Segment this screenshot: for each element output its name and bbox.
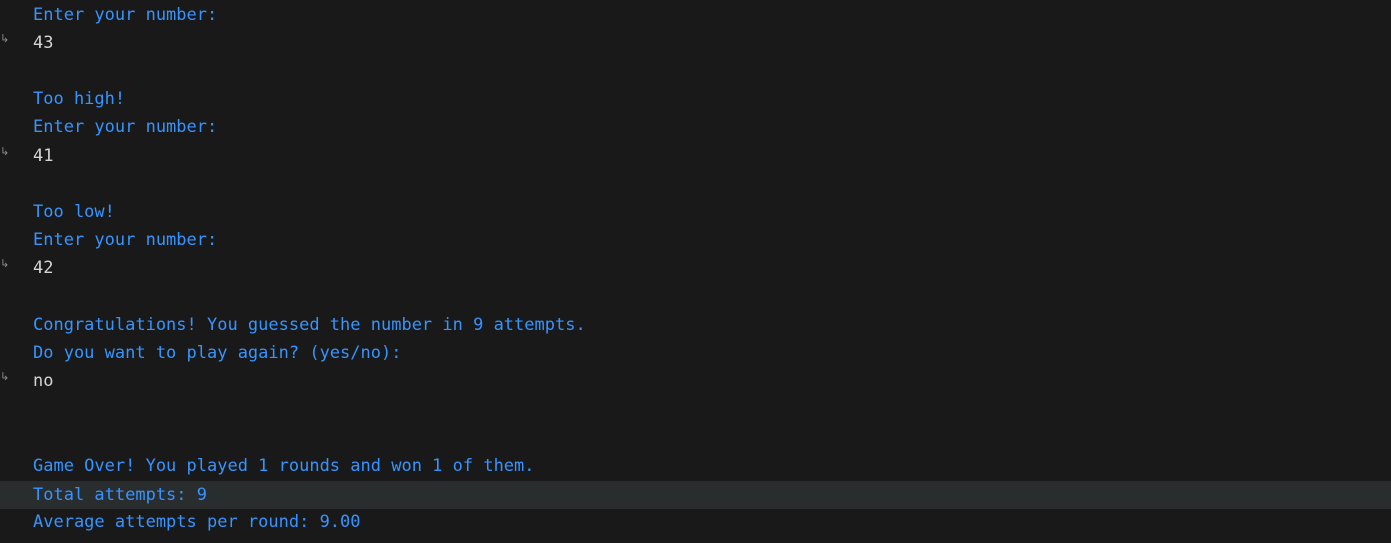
output-line: Too high!	[0, 85, 1391, 113]
input-arrow-icon: ↳	[0, 32, 10, 45]
input-text: 41	[33, 146, 54, 166]
output-text: Enter your number:	[33, 117, 218, 137]
input-arrow-icon: ↳	[0, 370, 10, 383]
output-text: Game Over! You played 1 rounds and won 1…	[33, 456, 535, 476]
output-text: Enter your number:	[33, 230, 218, 250]
input-line: ↳ 41	[0, 142, 1391, 170]
output-text: Too low!	[33, 202, 115, 222]
input-text: 43	[33, 33, 54, 53]
output-line: Do you want to play again? (yes/no):	[0, 339, 1391, 367]
output-text: Enter your number:	[33, 5, 218, 25]
output-text: Too high!	[33, 89, 126, 109]
output-text: Average attempts per round: 9.00	[33, 512, 361, 532]
input-arrow-icon: ↳	[0, 145, 10, 158]
terminal-output-panel[interactable]: Enter your number: ↳ 43 Too high! Enter …	[0, 0, 1391, 543]
output-line: Enter your number:	[0, 113, 1391, 141]
input-line: ↳ 43	[0, 29, 1391, 57]
input-line: ↳ no	[0, 367, 1391, 395]
output-line: Too low!	[0, 198, 1391, 226]
output-line: Enter your number:	[0, 1, 1391, 29]
output-line-highlighted: Total attempts: 9	[0, 481, 1391, 509]
input-text: 42	[33, 258, 54, 278]
output-text: Total attempts: 9	[33, 485, 207, 505]
output-line: Congratulations! You guessed the number …	[0, 311, 1391, 339]
output-line: Game Over! You played 1 rounds and won 1…	[0, 452, 1391, 480]
input-text: no	[33, 371, 54, 391]
output-text: Do you want to play again? (yes/no):	[33, 343, 402, 363]
input-line: ↳ 42	[0, 254, 1391, 282]
output-text: Congratulations! You guessed the number …	[33, 315, 586, 335]
input-arrow-icon: ↳	[0, 257, 10, 270]
output-line: Average attempts per round: 9.00	[0, 508, 1391, 536]
output-line: Enter your number:	[0, 226, 1391, 254]
